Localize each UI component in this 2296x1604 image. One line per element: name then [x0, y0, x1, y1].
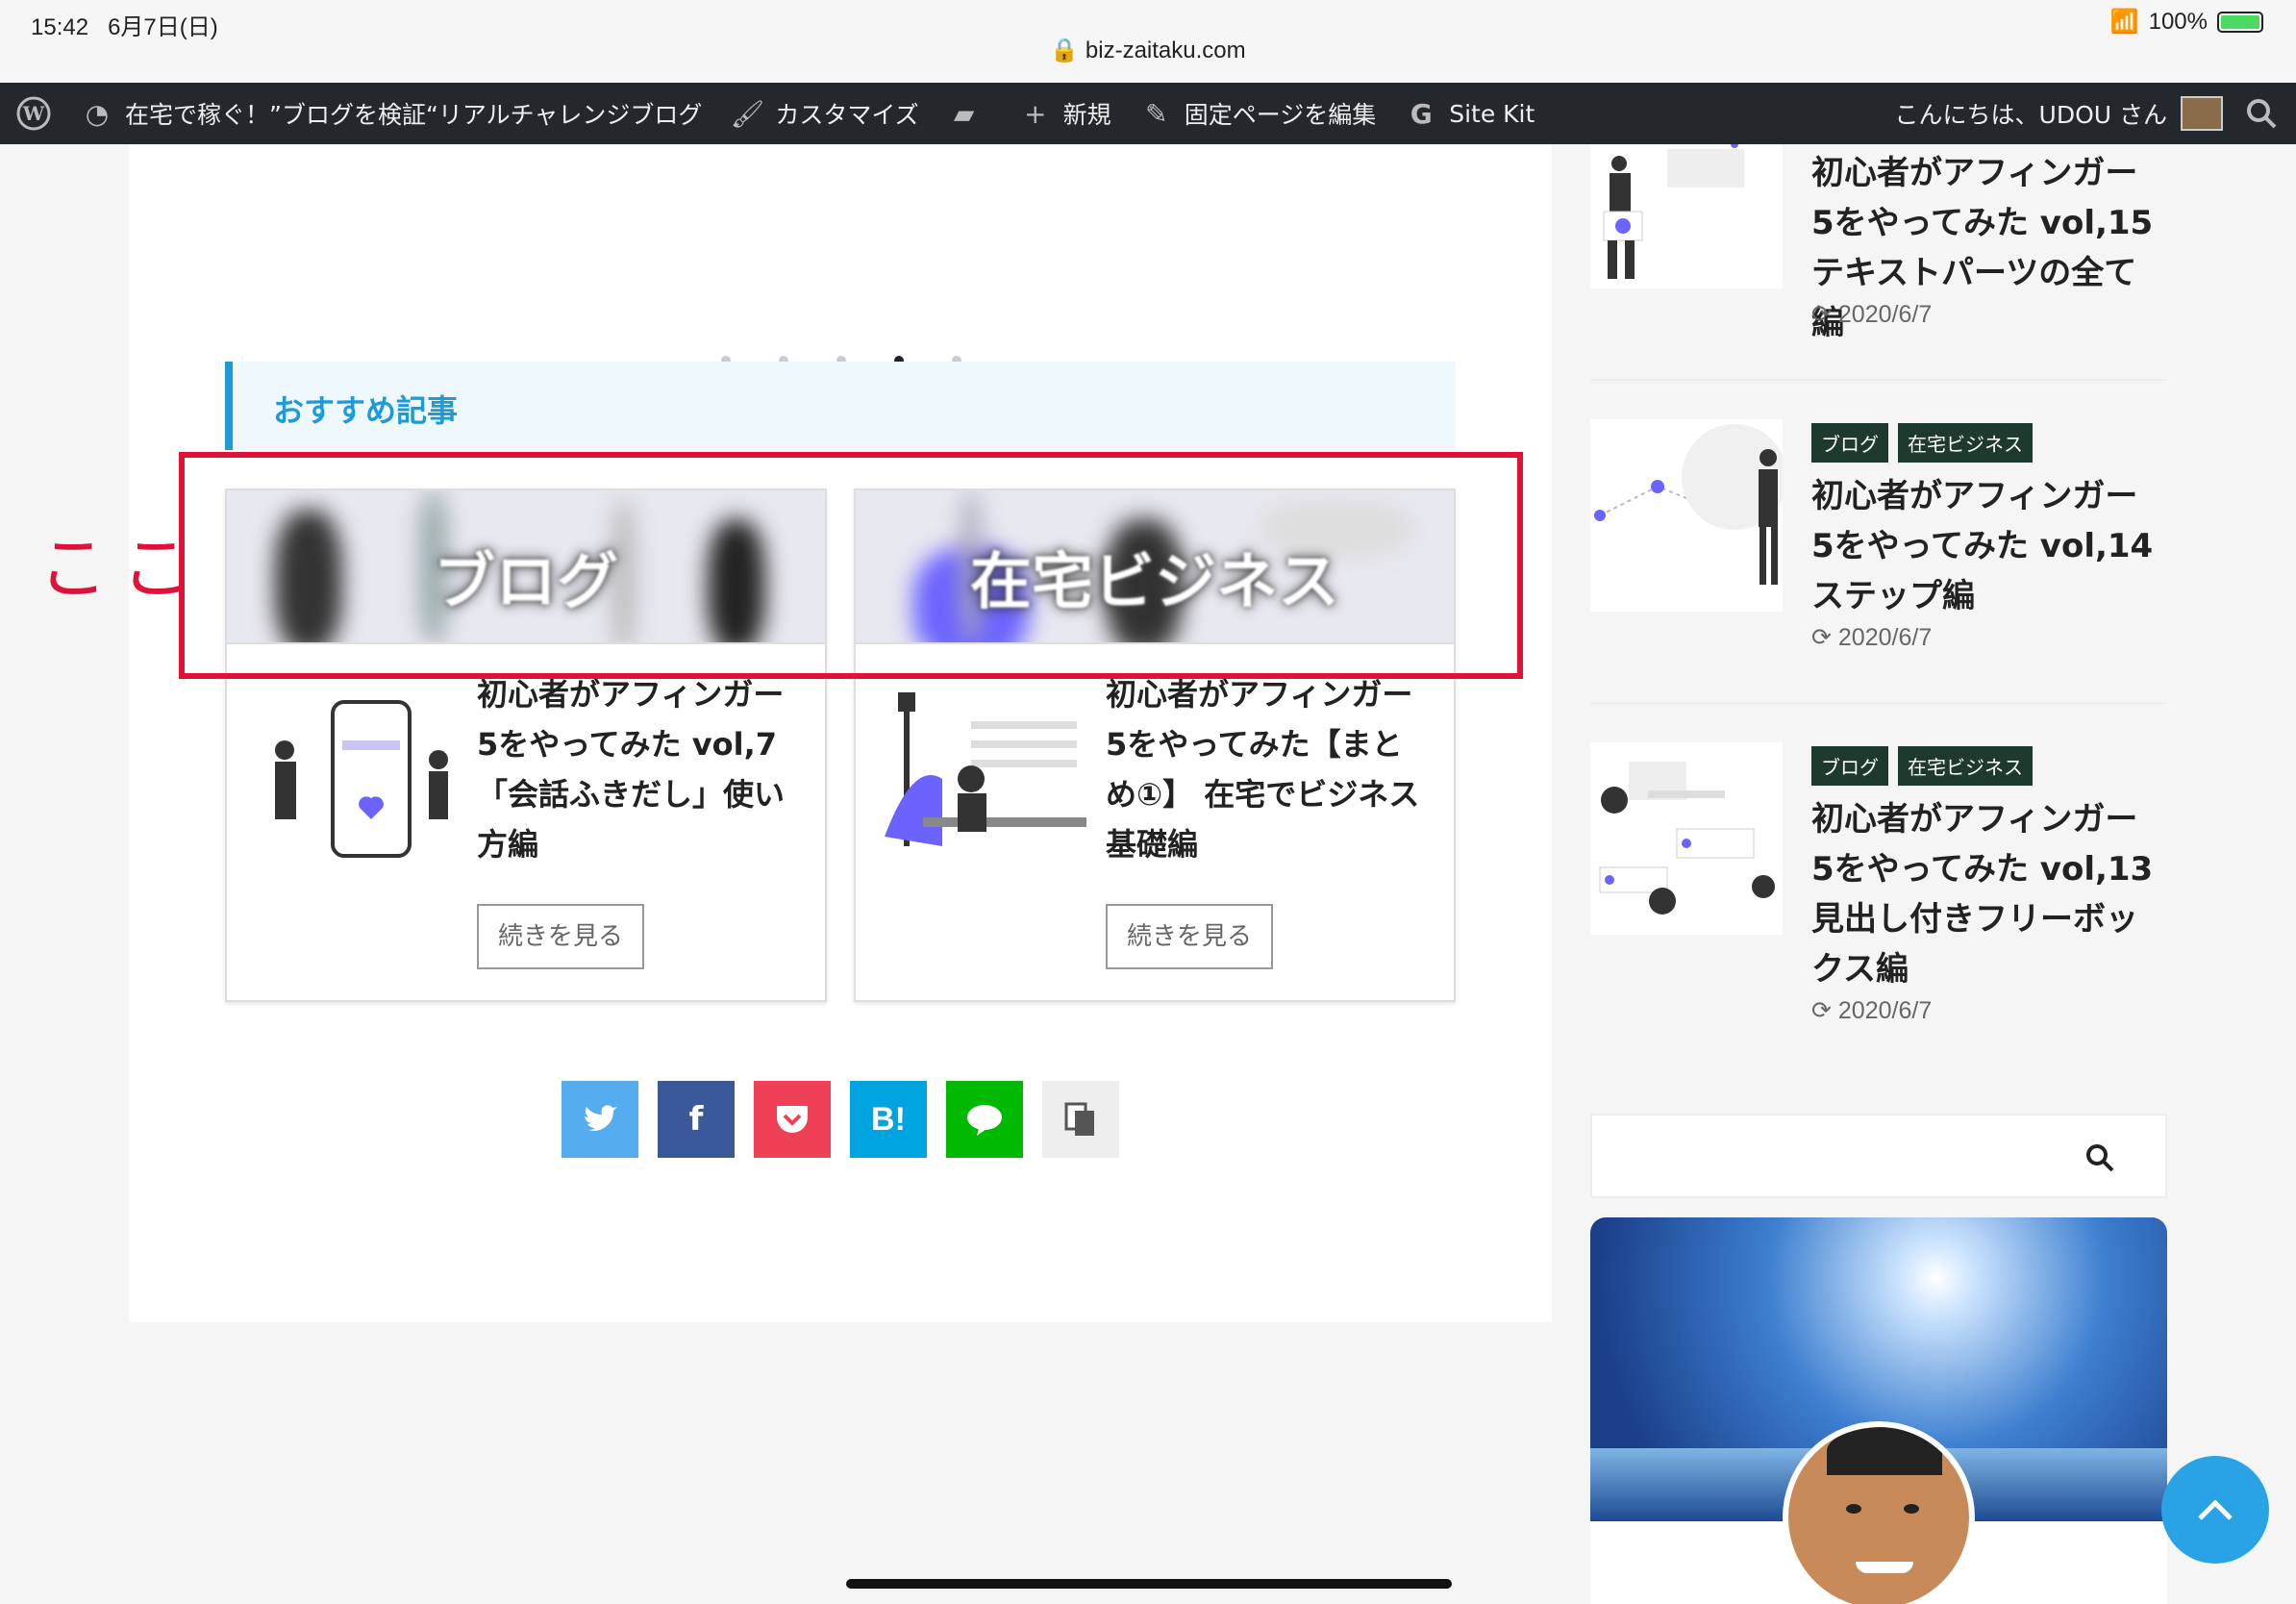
article-thumbnail [1590, 742, 1783, 935]
tag[interactable]: 在宅ビジネス [1898, 423, 2033, 463]
divider [1590, 379, 2167, 381]
customize-link[interactable]: 🖌 カスタマイズ [730, 96, 919, 131]
pocket-icon [777, 1106, 808, 1133]
google-g-icon: G [1410, 97, 1433, 130]
wifi-icon: 📶 [2109, 9, 2139, 35]
status-right: 📶 100% [2110, 8, 2263, 36]
share-line-button[interactable] [946, 1081, 1023, 1158]
back-to-top-button[interactable] [2161, 1456, 2269, 1564]
tag[interactable]: ブログ [1811, 746, 1888, 786]
greeting-text: こんにちは、UDOU さん [1894, 101, 2167, 129]
svg-text:W: W [22, 102, 45, 125]
chevron-up-icon [2198, 1499, 2233, 1520]
ios-status-bar: 15:42 6月7日(日) 🔒 biz-zaitaku.com 📶 100% [0, 0, 2296, 83]
tag[interactable]: ブログ [1811, 423, 1888, 463]
refresh-icon: ⟳ [1811, 301, 1832, 328]
share-facebook-button[interactable]: f [658, 1081, 735, 1158]
main-content: おすすめ記事 ブログ 初心者がアフィンガー5をやってみた vol,7 「会話ふき… [129, 144, 1552, 1322]
battery-icon [2217, 11, 2263, 33]
copy-icon [1064, 1102, 1094, 1136]
sidebar-search-form[interactable] [1590, 1114, 2167, 1198]
sidebar-article[interactable]: 初心者がアフィンガー5をやってみた vol,15 テキストパーツの全て編 ⟳ 2… [1590, 144, 2167, 356]
sidebar-article-title[interactable]: 初心者がアフィンガー5をやってみた vol,14 ステップ編 [1811, 471, 2158, 621]
wp-admin-bar: W ◔ 在宅で稼ぐ！”ブログを検証“リアルチャレンジブログ 🖌 カスタマイズ ▰… [0, 83, 2296, 144]
share-pocket-button[interactable] [754, 1081, 831, 1158]
tag-list: ブログ 在宅ビジネス [1811, 746, 2033, 786]
address-url[interactable]: 🔒 biz-zaitaku.com [0, 37, 2296, 64]
article-thumbnail [1590, 419, 1783, 612]
new-content-link[interactable]: + 新規 [1019, 96, 1111, 131]
profile-avatar [1783, 1421, 1975, 1604]
sidebar-article[interactable]: ブログ 在宅ビジネス 初心者がアフィンガー5をやってみた vol,14 ステップ… [1590, 419, 2167, 669]
edit-page-link[interactable]: ✎ 固定ページを編集 [1140, 96, 1376, 131]
tag[interactable]: 在宅ビジネス [1898, 746, 2033, 786]
twitter-icon [585, 1105, 617, 1131]
sidebar-article-title[interactable]: 初心者がアフィンガー5をやってみた vol,13 見出し付きフリーボックス編 [1811, 794, 2158, 994]
divider [1590, 702, 2167, 704]
site-title-link[interactable]: ◔ 在宅で稼ぐ！”ブログを検証“リアルチャレンジブログ [81, 96, 703, 131]
read-more-button[interactable]: 続きを見る [477, 904, 644, 969]
sidebar-article-date: ⟳ 2020/6/7 [1811, 301, 1933, 328]
refresh-icon: ⟳ [1811, 624, 1832, 651]
search-icon[interactable] [2244, 96, 2279, 131]
sidebar-article-date: ⟳ 2020/6/7 [1811, 624, 1933, 651]
battery-percent: 100% [2148, 8, 2208, 35]
user-avatar [2181, 96, 2223, 131]
recommend-heading: おすすめ記事 [273, 392, 459, 429]
home-indicator[interactable] [846, 1579, 1452, 1589]
line-icon [967, 1105, 1002, 1136]
sidebar-article[interactable]: ブログ 在宅ビジネス 初心者がアフィンガー5をやってみた vol,13 見出し付… [1590, 742, 2167, 1031]
article-title[interactable]: 初心者がアフィンガー5をやってみた vol,7 「会話ふきだし」使い方編 [477, 669, 794, 869]
brush-icon: 🖌 [730, 97, 765, 130]
wordpress-logo-icon[interactable]: W [15, 95, 52, 132]
refresh-icon: ⟳ [1811, 997, 1832, 1024]
recommend-heading-box: おすすめ記事 [225, 362, 1456, 450]
plus-icon: + [1023, 97, 1047, 130]
dashboard-icon: ◔ [85, 97, 110, 130]
annotation-label: ここ [38, 528, 205, 609]
pencil-icon: ✎ [1144, 97, 1168, 130]
article-thumbnail [1590, 144, 1783, 288]
sidebar-article-date: ⟳ 2020/6/7 [1811, 997, 1933, 1024]
article-thumbnail [885, 692, 1086, 846]
copy-link-button[interactable] [1042, 1081, 1119, 1158]
share-hatena-button[interactable]: B! [850, 1081, 927, 1158]
share-twitter-button[interactable] [562, 1081, 638, 1158]
article-title[interactable]: 初心者がアフィンガー5をやってみた【まとめ①】 在宅でビジネス基礎編 [1106, 669, 1423, 869]
sitekit-link[interactable]: G Site Kit [1405, 97, 1535, 130]
read-more-button[interactable]: 続きを見る [1106, 904, 1273, 969]
article-thumbnail [275, 700, 448, 858]
profile-card [1590, 1217, 2167, 1604]
comments-link[interactable]: ▰ [948, 97, 981, 130]
highlight-frame [179, 452, 1523, 679]
facebook-icon: f [688, 1100, 704, 1139]
search-icon[interactable] [2084, 1142, 2115, 1173]
tag-list: ブログ 在宅ビジネス [1811, 423, 2033, 463]
hatena-icon: B! [871, 1100, 906, 1138]
account-menu[interactable]: こんにちは、UDOU さん [1895, 83, 2223, 144]
comment-icon: ▰ [953, 97, 975, 130]
